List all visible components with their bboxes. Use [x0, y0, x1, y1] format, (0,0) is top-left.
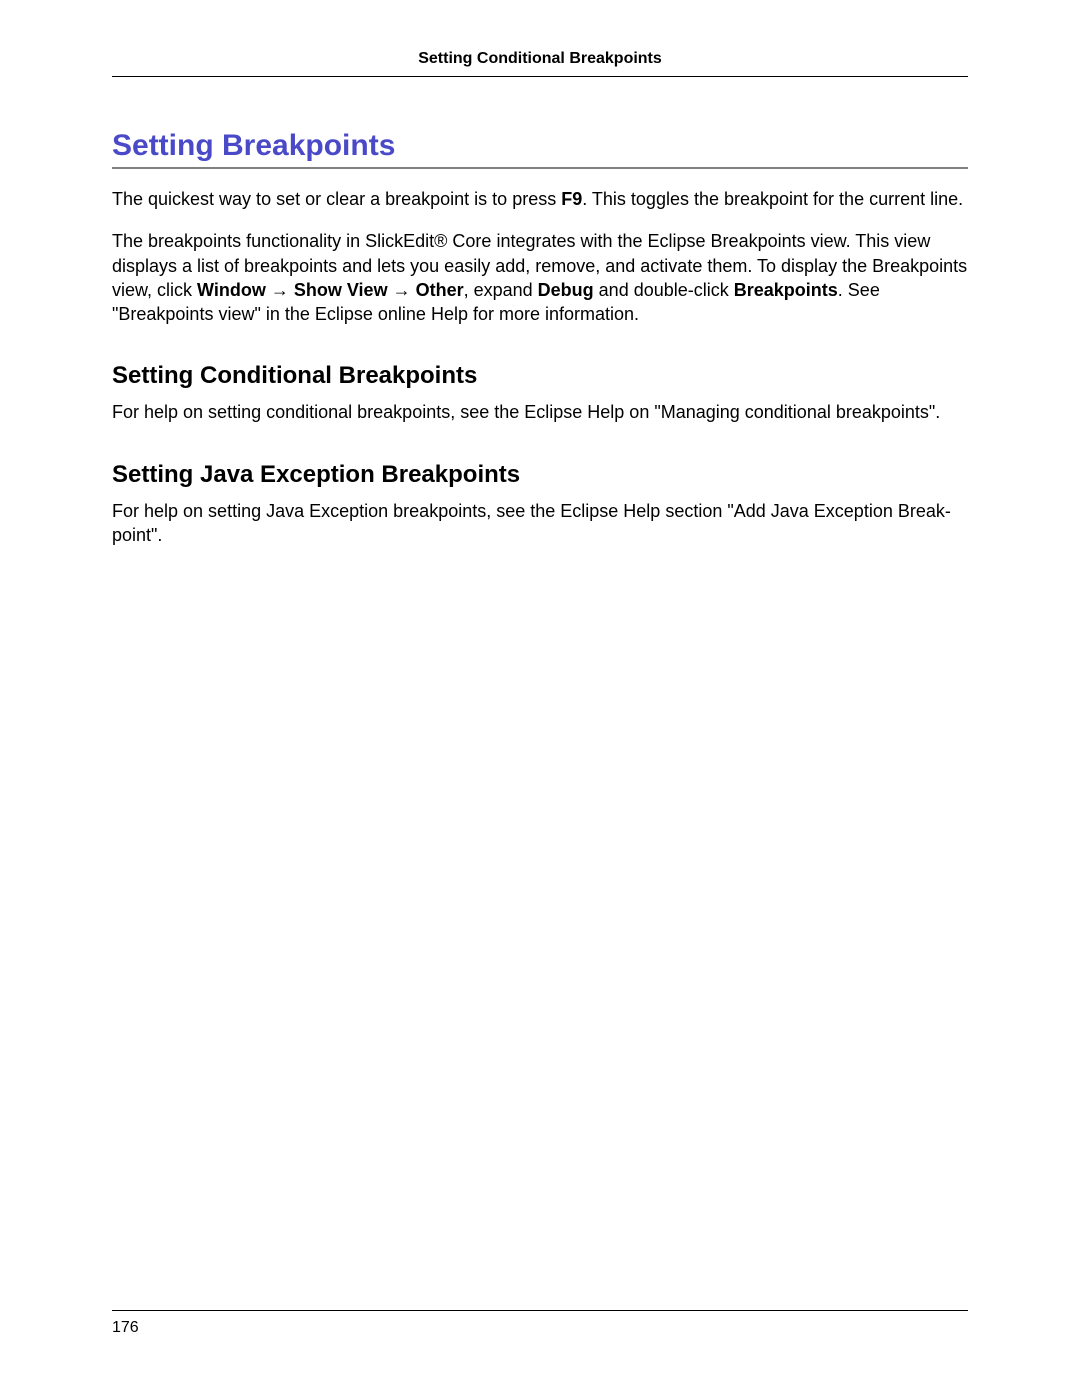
text: The quickest way to set or clear a break… — [112, 189, 561, 209]
heading-java-exception: Setting Java Exception Breakpoints — [112, 461, 968, 489]
page-number: 176 — [112, 1319, 139, 1337]
footer-rule — [112, 1310, 968, 1311]
menu-other: Other — [416, 280, 464, 300]
heading-conditional: Setting Conditional Breakpoints — [112, 362, 968, 390]
arrow-icon: → — [266, 280, 294, 300]
menu-window: Window — [197, 280, 266, 300]
menu-show-view: Show View — [294, 280, 388, 300]
menu-debug: Debug — [538, 280, 594, 300]
paragraph-2: The breakpoints functionality in SlickEd… — [112, 229, 968, 326]
arrow-icon: → — [388, 280, 416, 300]
paragraph-conditional: For help on setting conditional breakpoi… — [112, 400, 968, 424]
document-page: Setting Conditional Breakpoints Setting … — [0, 0, 1080, 1397]
paragraph-java-exception: For help on setting Java Exception break… — [112, 499, 968, 548]
menu-breakpoints: Breakpoints — [734, 280, 838, 300]
running-header: Setting Conditional Breakpoints — [112, 50, 968, 77]
text: . This toggles the breakpoint for the cu… — [582, 189, 963, 209]
text: and double-click — [594, 280, 734, 300]
key-f9: F9 — [561, 189, 582, 209]
paragraph-1: The quickest way to set or clear a break… — [112, 187, 968, 211]
page-title: Setting Breakpoints — [112, 129, 968, 169]
text: , expand — [464, 280, 538, 300]
